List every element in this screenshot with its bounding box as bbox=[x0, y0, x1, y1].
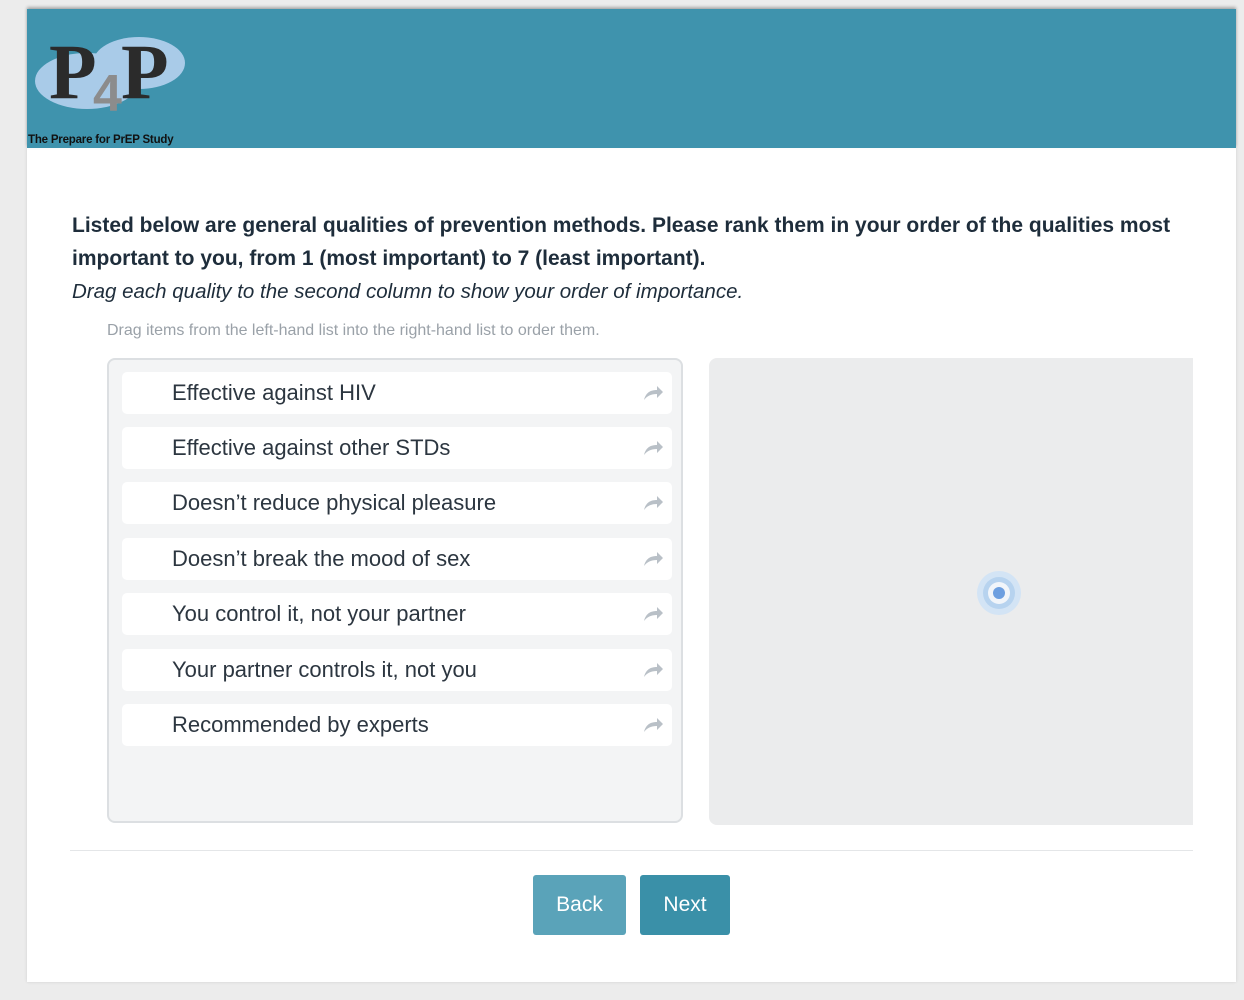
drag-hint: Drag items from the left-hand list into … bbox=[107, 322, 600, 339]
logo-tagline: The Prepare for PrEP Study bbox=[28, 134, 174, 146]
move-right-arrow-icon[interactable] bbox=[642, 660, 664, 680]
rank-item[interactable]: Effective against HIV bbox=[122, 372, 672, 414]
survey-page: P 4 P The Prepare for PrEP Study Listed … bbox=[27, 9, 1236, 982]
p4p-logo-mark: P 4 P bbox=[35, 28, 185, 123]
footer-divider bbox=[70, 850, 1193, 851]
rank-item-label: Your partner controls it, not you bbox=[172, 657, 477, 682]
svg-text:P: P bbox=[121, 28, 169, 115]
rank-item[interactable]: Recommended by experts bbox=[122, 704, 672, 746]
question-prompt: Listed below are general qualities of pr… bbox=[72, 214, 1171, 270]
svg-text:4: 4 bbox=[93, 65, 122, 123]
rank-item-label: Recommended by experts bbox=[172, 712, 429, 737]
study-logo: P 4 P The Prepare for PrEP Study bbox=[27, 23, 197, 146]
rank-item[interactable]: You control it, not your partner bbox=[122, 593, 672, 635]
next-button[interactable]: Next bbox=[640, 875, 730, 935]
rank-item[interactable]: Effective against other STDs bbox=[122, 427, 672, 469]
move-right-arrow-icon[interactable] bbox=[642, 549, 664, 569]
rank-item-label: Doesn’t break the mood of sex bbox=[172, 546, 471, 571]
ranked-list-dropzone[interactable] bbox=[709, 358, 1193, 825]
move-right-arrow-icon[interactable] bbox=[642, 604, 664, 624]
move-right-arrow-icon[interactable] bbox=[642, 493, 664, 513]
move-right-arrow-icon[interactable] bbox=[642, 438, 664, 458]
rank-item[interactable]: Your partner controls it, not you bbox=[122, 649, 672, 691]
svg-text:P: P bbox=[49, 28, 97, 115]
move-right-arrow-icon[interactable] bbox=[642, 715, 664, 735]
rank-item-label: Effective against HIV bbox=[172, 380, 376, 405]
rank-item[interactable]: Doesn’t reduce physical pleasure bbox=[122, 482, 672, 524]
rank-item-label: Doesn’t reduce physical pleasure bbox=[172, 490, 497, 515]
unranked-list: Effective against HIV Effective against … bbox=[107, 358, 683, 823]
question-text: Listed below are general qualities of pr… bbox=[72, 209, 1172, 308]
back-button[interactable]: Back bbox=[533, 875, 626, 935]
header-banner: P 4 P The Prepare for PrEP Study bbox=[27, 9, 1236, 148]
rank-item-label: You control it, not your partner bbox=[172, 601, 466, 626]
rank-item[interactable]: Doesn’t break the mood of sex bbox=[122, 538, 672, 580]
rank-item-label: Effective against other STDs bbox=[172, 435, 451, 460]
move-right-arrow-icon[interactable] bbox=[642, 383, 664, 403]
loading-spinner-icon bbox=[977, 571, 1021, 615]
question-instruction: Drag each quality to the second column t… bbox=[72, 280, 744, 303]
